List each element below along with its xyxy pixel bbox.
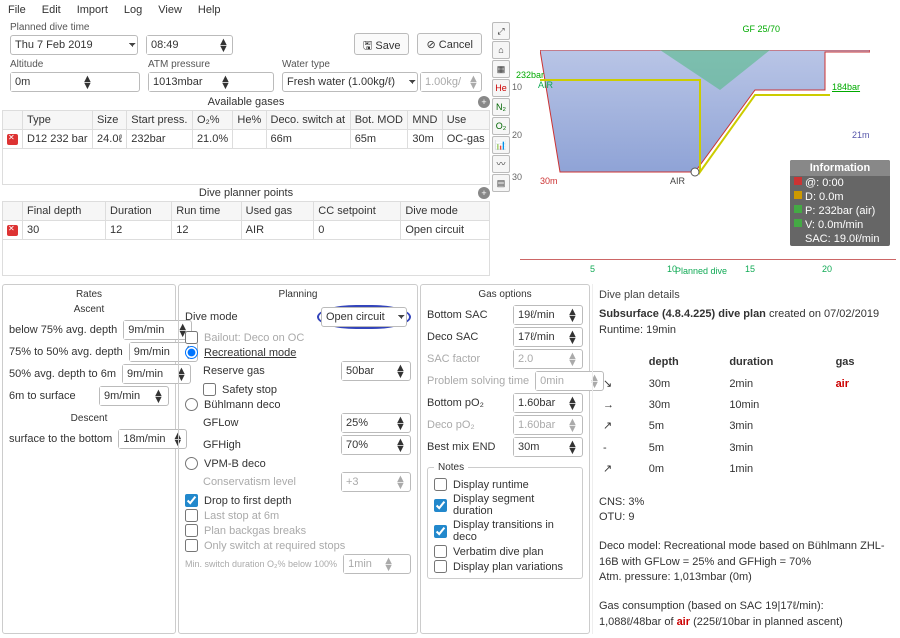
points-title: Dive planner points+ xyxy=(2,185,490,201)
tool-grid[interactable]: ▦ xyxy=(492,60,510,78)
gfhigh-input[interactable]: ▲▼ xyxy=(341,435,411,455)
n5-check[interactable] xyxy=(434,560,447,573)
notes-fieldset: Notes Display runtime Display segment du… xyxy=(427,462,583,579)
add-gas-icon[interactable]: + xyxy=(478,96,490,108)
decosac-input[interactable]: ▲▼ xyxy=(513,327,583,347)
rate4[interactable]: ▲▼ xyxy=(99,386,169,406)
tool-home[interactable]: ⌂ xyxy=(492,41,510,59)
trash-icon[interactable] xyxy=(7,225,18,236)
rates-panel: Rates Ascent below 75% avg. depth▲▼ 75% … xyxy=(2,284,176,634)
altitude-label: Altitude xyxy=(10,59,140,70)
n4-check[interactable] xyxy=(434,545,447,558)
chart-toolstrip: ⤢ ⌂ ▦ He N₂ O₂ 📊 〰 ▤ xyxy=(490,20,512,280)
bar232-label: 232bar xyxy=(516,70,544,80)
info-tooltip: Information @: 0:00 D: 0.0m P: 232bar (a… xyxy=(790,160,890,246)
gflow-input[interactable]: ▲▼ xyxy=(341,413,411,433)
atm-input[interactable]: ▲▼ xyxy=(148,72,274,92)
bailout-check xyxy=(185,331,198,344)
x-axis-label: Planned dive xyxy=(675,266,727,276)
cancel-button[interactable]: ⊘ Cancel xyxy=(417,33,482,55)
tool-n2[interactable]: N₂ xyxy=(492,98,510,116)
reserve-input[interactable]: ▲▼ xyxy=(341,361,411,381)
points-table: Final depthDurationRun time Used gasCC s… xyxy=(2,201,490,240)
m21-label: 21m xyxy=(852,130,870,140)
planned-dive-label: Planned dive time xyxy=(10,22,138,33)
bmix-input[interactable]: ▲▼ xyxy=(513,437,583,457)
details-panel: Dive plan details Subsurface (4.8.4.225)… xyxy=(592,284,898,634)
n2-check[interactable] xyxy=(434,499,447,512)
botsac-input[interactable]: ▲▼ xyxy=(513,305,583,325)
rate5[interactable]: ▲▼ xyxy=(118,429,187,449)
tool-he[interactable]: He xyxy=(492,79,510,97)
menu-import[interactable]: Import xyxy=(77,4,108,16)
tool-zoom[interactable]: ⤢ xyxy=(492,22,510,40)
menu-help[interactable]: Help xyxy=(198,4,221,16)
menu-file[interactable]: File xyxy=(8,4,26,16)
gas-row[interactable]: D12 232 bar24.0ℓ232bar 21.0%66m 65m30mOC… xyxy=(3,130,490,149)
altitude-input[interactable]: ▲▼ xyxy=(10,72,140,92)
water-type-select[interactable]: Fresh water (1.00kg/ℓ) xyxy=(282,72,418,92)
vpm-radio[interactable] xyxy=(185,457,198,470)
add-point-icon[interactable]: + xyxy=(478,187,490,199)
tool-wave[interactable]: 〰 xyxy=(492,155,510,173)
tool-layers[interactable]: ▤ xyxy=(492,174,510,192)
tool-stats[interactable]: 📊 xyxy=(492,136,510,154)
drop-check[interactable] xyxy=(185,494,198,507)
gases-title: Available gases+ xyxy=(2,94,490,110)
n3-check[interactable] xyxy=(434,525,447,538)
menubar: File Edit Import Log View Help xyxy=(0,0,900,20)
buhl-radio[interactable] xyxy=(185,398,198,411)
point-row[interactable]: 301212 AIR0Open circuit xyxy=(3,221,490,240)
bpo2-input[interactable]: ▲▼ xyxy=(513,393,583,413)
menu-log[interactable]: Log xyxy=(124,4,142,16)
atm-label: ATM pressure xyxy=(148,59,274,70)
time-input[interactable]: ▲▼ xyxy=(146,35,233,55)
trash-icon[interactable] xyxy=(7,134,18,145)
bar184-label: 184bar xyxy=(832,82,860,92)
gases-table: TypeSizeStart press. O₂%He%Deco. switch … xyxy=(2,110,490,149)
menu-view[interactable]: View xyxy=(158,4,182,16)
save-button[interactable]: 🖫 Save xyxy=(354,33,410,55)
air-label: AIR xyxy=(538,80,553,90)
dive-chart: GF 25/70 232bar AIR 184bar 21m 10 20 30 … xyxy=(512,20,900,280)
menu-edit[interactable]: Edit xyxy=(42,4,61,16)
water-label: Water type xyxy=(282,59,482,70)
details-title: Dive plan details xyxy=(599,288,892,303)
dive-mode-select[interactable]: Open circuit xyxy=(321,307,407,327)
gf-label: GF 25/70 xyxy=(742,24,780,34)
water-density: ▲▼ xyxy=(420,72,482,92)
date-select[interactable]: Thu 7 Feb 2019 xyxy=(10,35,138,55)
air-bottom-label: AIR xyxy=(670,176,685,186)
gasopts-panel: Gas options Bottom SAC▲▼ Deco SAC▲▼ SAC … xyxy=(420,284,590,634)
planning-panel: Planning Dive modeOpen circuit Bailout: … xyxy=(178,284,418,634)
rec-radio[interactable] xyxy=(185,346,198,359)
n1-check[interactable] xyxy=(434,478,447,491)
safety-check[interactable] xyxy=(203,383,216,396)
m30-label: 30m xyxy=(540,176,558,186)
tool-o2[interactable]: O₂ xyxy=(492,117,510,135)
